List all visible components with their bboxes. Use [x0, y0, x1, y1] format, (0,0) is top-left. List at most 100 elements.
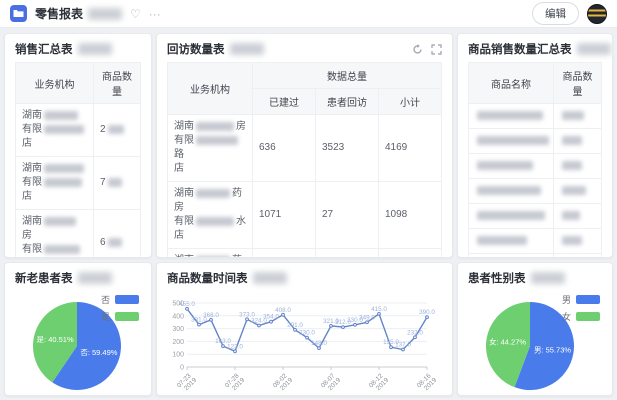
legend-swatch [576, 312, 600, 321]
folder-icon [13, 9, 24, 18]
table-row [469, 254, 602, 259]
product-qty-cell [554, 154, 602, 179]
redacted-text [196, 217, 234, 226]
page-title-text: 零售报表 [35, 5, 83, 22]
timeline-chart-body: 010020030040050007-23201907-28201908-022… [167, 291, 442, 396]
value-cell: 538 [379, 249, 442, 259]
sales-summary-title: 销售汇总表 [15, 41, 112, 57]
org-cell: 湖南药房有限路店 [168, 249, 253, 259]
col-header-patient-revisit: 患者回访 [316, 89, 379, 115]
product-name-cell [469, 254, 554, 259]
value-cell: 636 [253, 115, 316, 182]
legend-item-男[interactable]: 男 [562, 293, 600, 306]
patient-gender-title-text: 患者性别表 [468, 270, 526, 286]
legend-item-是[interactable]: 是 [101, 310, 139, 323]
redacted-text [562, 236, 582, 245]
new-old-patients-card: 新老患者表 否: 59.49%是: 40.51% 否是 [4, 262, 152, 396]
pie-slice-label: 女: 44.27% [489, 336, 526, 346]
data-point-label: 230.0 [299, 330, 315, 337]
redacted-text [477, 186, 541, 195]
redacted-text [44, 178, 82, 187]
product-name-cell [469, 154, 554, 179]
product-qty-cell [554, 104, 602, 129]
data-point-label: 291.0 [287, 322, 303, 329]
gender-pie-body: 男: 55.73%女: 44.27% 男女 [468, 291, 602, 395]
redacted-title-suffix [88, 8, 122, 20]
expand-icon[interactable] [431, 44, 442, 55]
refresh-icon[interactable] [412, 44, 423, 55]
timeline-line-chart: 010020030040050007-23201907-28201908-022… [167, 291, 444, 396]
gender-pie-legend: 男女 [562, 293, 600, 323]
table-row: 湖南有限店7 [16, 157, 141, 210]
org-cell: 湖南房有限店 [16, 210, 94, 259]
y-axis-tick-label: 200 [172, 339, 184, 346]
legend-item-女[interactable]: 女 [562, 310, 600, 323]
new-old-pie-body: 否: 59.49%是: 40.51% 否是 [15, 291, 141, 395]
revisit-table: 业务机构 数据总量 已建过 患者回访 小计 湖南房有限路店63635234169… [167, 62, 442, 258]
product-qty-timeline-title: 商品数量时间表 [167, 270, 287, 286]
redacted-text [44, 164, 84, 173]
legend-swatch [115, 312, 139, 321]
redacted-title-suffix [230, 43, 264, 55]
redacted-title-suffix [253, 272, 287, 284]
table-row [469, 129, 602, 154]
value-cell: 4169 [379, 115, 442, 182]
org-cell: 湖南有限店 [16, 104, 94, 157]
avatar[interactable] [587, 4, 607, 24]
y-axis-tick-label: 400 [172, 313, 184, 320]
product-sales-summary-title-text: 商品销售数量汇总表 [468, 41, 572, 57]
data-point-label: 354.0 [263, 314, 279, 321]
revisit-count-title: 回访数量表 [167, 41, 264, 57]
revisit-count-title-text: 回访数量表 [167, 41, 225, 57]
redacted-title-suffix [78, 43, 112, 55]
value-cell: 10 [316, 249, 379, 259]
legend-item-否[interactable]: 否 [101, 293, 139, 306]
data-point-label: 415.0 [371, 306, 387, 313]
product-qty-cell [554, 129, 602, 154]
org-cell: 湖南有限店 [16, 157, 94, 210]
redacted-title-suffix [577, 43, 611, 55]
value-cell: 3523 [316, 115, 379, 182]
redacted-text [562, 186, 586, 195]
data-point-label: 408.0 [275, 307, 291, 314]
redacted-text [477, 136, 549, 145]
product-name-cell [469, 179, 554, 204]
patient-gender-card: 患者性别表 男: 55.73%女: 44.27% 男女 [457, 262, 613, 396]
sales-summary-title-text: 销售汇总表 [15, 41, 73, 57]
product-qty-timeline-title-text: 商品数量时间表 [167, 270, 248, 286]
redacted-text [108, 178, 122, 187]
topbar: 零售报表 ♡ ··· 编辑 [0, 0, 617, 28]
product-name-cell [469, 129, 554, 154]
redacted-text [477, 211, 545, 220]
more-icon[interactable]: ··· [149, 8, 161, 20]
value-cell: 1098 [379, 182, 442, 249]
redacted-text [108, 125, 124, 134]
edit-button[interactable]: 编辑 [532, 2, 579, 25]
col-header-org: 业务机构 [168, 63, 253, 115]
legend-label: 女 [562, 310, 571, 323]
product-qty-cell [554, 204, 602, 229]
product-name-cell [469, 229, 554, 254]
pie-slice-label: 是: 40.51% [37, 335, 74, 344]
product-qty-timeline-card: 商品数量时间表 010020030040050007-23201907-2820… [156, 262, 453, 396]
product-name-cell [469, 104, 554, 129]
favorite-icon[interactable]: ♡ [130, 8, 141, 20]
products-table-wrap: 商品名称 商品数量 [468, 62, 602, 258]
table-row: 湖南房有限路店63635234169 [168, 115, 442, 182]
redacted-text [477, 236, 527, 245]
table-row: 湖南药房有限路店52810538 [168, 249, 442, 259]
data-point-label: 455.0 [179, 301, 195, 308]
col-header-subtotal: 小计 [379, 89, 442, 115]
table-row [469, 154, 602, 179]
sales-summary-card: 销售汇总表 业务机构 商品数量 湖南有限店2湖南有限店7湖南房有限店6湖南房有限… [4, 33, 152, 258]
data-point-label: 123.0 [227, 343, 243, 350]
org-cell: 湖南房有限路店 [168, 115, 253, 182]
redacted-text [562, 211, 580, 220]
col-header-org: 业务机构 [16, 63, 94, 104]
data-point-label: 368.0 [203, 312, 219, 319]
new-old-patients-title: 新老患者表 [15, 270, 112, 286]
products-table: 商品名称 商品数量 [468, 62, 602, 258]
legend-swatch [115, 295, 139, 304]
redacted-text [562, 136, 582, 145]
table-row: 湖南有限店2 [16, 104, 141, 157]
